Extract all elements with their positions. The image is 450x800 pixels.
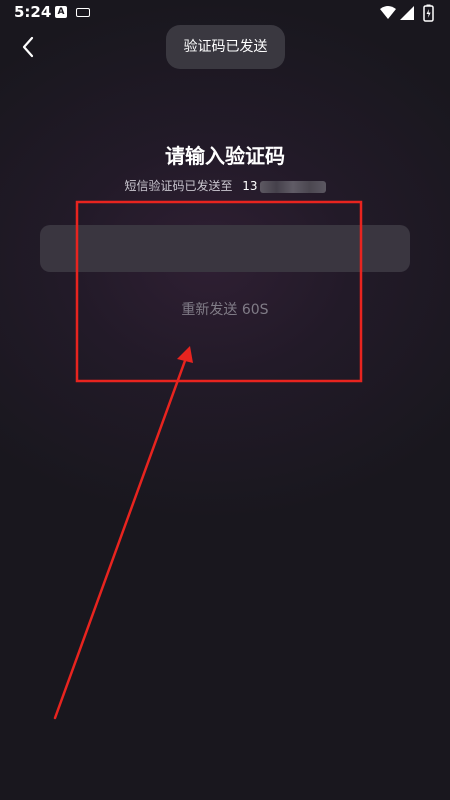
status-time: 5:24	[14, 3, 52, 21]
status-bar: 5:24 A	[0, 0, 450, 26]
page-title: 请输入验证码	[165, 144, 285, 168]
verification-screen: 5:24 A 验证码已发送 请输入验证码 短信验证码已发送至 13 重新发送 6…	[0, 0, 450, 800]
wifi-icon	[380, 6, 396, 19]
verification-code-input[interactable]	[40, 225, 410, 272]
keyboard-icon	[76, 8, 90, 17]
a-notification-icon: A	[55, 6, 67, 18]
annotation-arrowhead	[177, 346, 193, 363]
annotation-arrow-line	[53, 356, 188, 720]
back-button[interactable]	[14, 32, 44, 62]
status-icons	[380, 4, 434, 22]
red-annotation-overlay	[53, 200, 363, 720]
sms-sent-subtitle: 短信验证码已发送至 13	[0, 177, 450, 194]
battery-icon	[423, 4, 434, 22]
masked-phone-digits	[259, 180, 326, 193]
subtitle-prefix: 短信验证码已发送至	[124, 179, 233, 193]
resend-button[interactable]: 重新发送 60S	[150, 298, 300, 322]
phone-number: 13	[242, 179, 258, 193]
toast-message: 验证码已发送	[166, 25, 285, 69]
chevron-left-icon	[22, 36, 34, 58]
signal-icon	[400, 6, 414, 20]
